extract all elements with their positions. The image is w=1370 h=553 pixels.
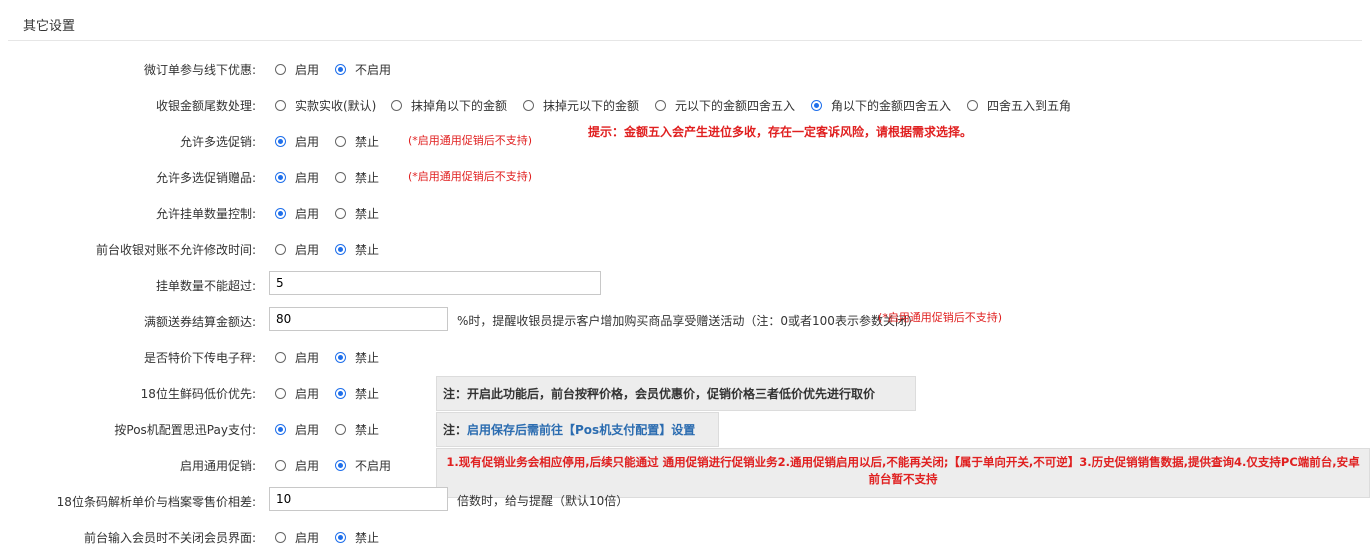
weiding-disable-radio[interactable]: 不启用 xyxy=(335,61,391,78)
radio-unchecked-icon xyxy=(335,208,346,219)
general-promo-label: 启用通用促销: xyxy=(179,459,256,473)
reconcile-enable-radio[interactable]: 启用 xyxy=(275,241,319,258)
barcode-diff-label: 18位条码解析单价与档案零售价相差: xyxy=(56,495,256,509)
rounding-opt-drop-jiao[interactable]: 抹掉角以下的金额 xyxy=(391,97,507,114)
rounding-opt-round-half[interactable]: 四舍五入到五角 xyxy=(967,97,1071,114)
radio-checked-icon xyxy=(335,532,346,543)
general-promo-enable-radio[interactable]: 启用 xyxy=(275,457,319,474)
rounding-opt-exact[interactable]: 实款实收(默认) xyxy=(275,97,376,114)
radio-unchecked-icon xyxy=(275,460,286,471)
radio-unchecked-icon xyxy=(335,136,346,147)
pos-pay-enable-radio[interactable]: 启用 xyxy=(275,421,319,438)
radio-checked-icon xyxy=(811,100,822,111)
pos-pay-note-box: 注： 启用保存后需前往【Pos机支付配置】设置 xyxy=(436,412,719,447)
hang-qty-disable-radio[interactable]: 禁止 xyxy=(335,205,379,222)
barcode-diff-suffix: 倍数时，给与提醒（默认10倍） xyxy=(457,494,629,508)
coupon-suffix: %时，提醒收银员提示客户增加购买商品享受赠送活动（注：0或者100表示参数关闭） xyxy=(457,314,919,328)
general-promo-disable-radio[interactable]: 不启用 xyxy=(335,457,391,474)
radio-checked-icon xyxy=(335,244,346,255)
radio-checked-icon xyxy=(335,352,346,363)
pos-pay-note-prefix: 注： xyxy=(443,423,468,437)
fresh18-label: 18位生鲜码低价优先: xyxy=(140,387,256,401)
radio-unchecked-icon xyxy=(967,100,978,111)
rounding-opt-drop-yuan[interactable]: 抹掉元以下的金额 xyxy=(523,97,639,114)
hang-qty-label: 允许挂单数量控制: xyxy=(155,207,256,221)
multi-gift-disable-radio[interactable]: 禁止 xyxy=(335,169,379,186)
multi-gift-label: 允许多选促销赠品: xyxy=(155,171,256,185)
weiding-enable-radio[interactable]: 启用 xyxy=(275,61,319,78)
member-screen-disable-radio[interactable]: 禁止 xyxy=(335,529,379,546)
radio-unchecked-icon xyxy=(275,352,286,363)
weiding-label: 微订单参与线下优惠: xyxy=(143,63,256,77)
member-screen-label: 前台输入会员时不关闭会员界面: xyxy=(83,531,256,545)
rounding-label: 收银金额尾数处理: xyxy=(155,99,256,113)
radio-unchecked-icon xyxy=(275,64,286,75)
multi-gift-note: (*启用通用促销后不支持) xyxy=(408,170,533,183)
multi-gift-enable-radio[interactable]: 启用 xyxy=(275,169,319,186)
fresh18-note-box: 注：开启此功能后，前台按秤价格，会员优惠价，促销价格三者低价优先进行取价 xyxy=(436,376,916,411)
radio-checked-icon xyxy=(275,208,286,219)
radio-unchecked-icon xyxy=(275,532,286,543)
radio-checked-icon xyxy=(275,136,286,147)
multi-promo-label: 允许多选促销: xyxy=(179,135,256,149)
hang-qty-enable-radio[interactable]: 启用 xyxy=(275,205,319,222)
reconcile-label: 前台收银对账不允许修改时间: xyxy=(95,243,256,257)
rounding-tip: 提示：金额五入会产生进位多收，存在一定客诉风险，请根据需求选择。 xyxy=(588,125,973,139)
member-screen-enable-radio[interactable]: 启用 xyxy=(275,529,319,546)
pos-pay-config-link[interactable]: 启用保存后需前往【Pos机支付配置】设置 xyxy=(467,421,695,438)
hang-max-input[interactable] xyxy=(269,271,601,295)
pos-pay-label: 按Pos机配置思迅Pay支付: xyxy=(114,423,256,437)
rounding-opt-round-jiao[interactable]: 角以下的金额四舍五入 xyxy=(811,97,951,114)
pos-pay-disable-radio[interactable]: 禁止 xyxy=(335,421,379,438)
radio-unchecked-icon xyxy=(655,100,666,111)
radio-checked-icon xyxy=(335,64,346,75)
fresh18-disable-radio[interactable]: 禁止 xyxy=(335,385,379,402)
barcode-diff-input[interactable] xyxy=(269,487,448,511)
radio-unchecked-icon xyxy=(275,100,286,111)
multi-promo-enable-radio[interactable]: 启用 xyxy=(275,133,319,150)
radio-unchecked-icon xyxy=(335,172,346,183)
multi-promo-note: (*启用通用促销后不支持) xyxy=(408,134,533,147)
fresh18-enable-radio[interactable]: 启用 xyxy=(275,385,319,402)
radio-unchecked-icon xyxy=(391,100,402,111)
radio-checked-icon xyxy=(275,172,286,183)
section-title: 其它设置 xyxy=(23,19,76,34)
hang-max-label: 挂单数量不能超过: xyxy=(155,279,256,293)
radio-unchecked-icon xyxy=(523,100,534,111)
coupon-label: 满额送券结算金额达: xyxy=(143,315,256,329)
special-scale-enable-radio[interactable]: 启用 xyxy=(275,349,319,366)
special-scale-disable-radio[interactable]: 禁止 xyxy=(335,349,379,366)
multi-promo-disable-radio[interactable]: 禁止 xyxy=(335,133,379,150)
general-promo-warning-box: 1.现有促销业务会相应停用,后续只能通过 通用促销进行促销业务2.通用促销启用以… xyxy=(436,448,1370,498)
radio-checked-icon xyxy=(275,424,286,435)
radio-unchecked-icon xyxy=(275,388,286,399)
section-divider xyxy=(8,40,1362,41)
coupon-note: (*启用通用促销后不支持) xyxy=(878,311,1003,324)
radio-unchecked-icon xyxy=(335,424,346,435)
special-scale-label: 是否特价下传电子秤: xyxy=(143,351,256,365)
radio-checked-icon xyxy=(335,388,346,399)
radio-unchecked-icon xyxy=(275,244,286,255)
coupon-amount-input[interactable] xyxy=(269,307,448,331)
rounding-opt-round-yuan[interactable]: 元以下的金额四舍五入 xyxy=(655,97,795,114)
radio-checked-icon xyxy=(335,460,346,471)
reconcile-disable-radio[interactable]: 禁止 xyxy=(335,241,379,258)
